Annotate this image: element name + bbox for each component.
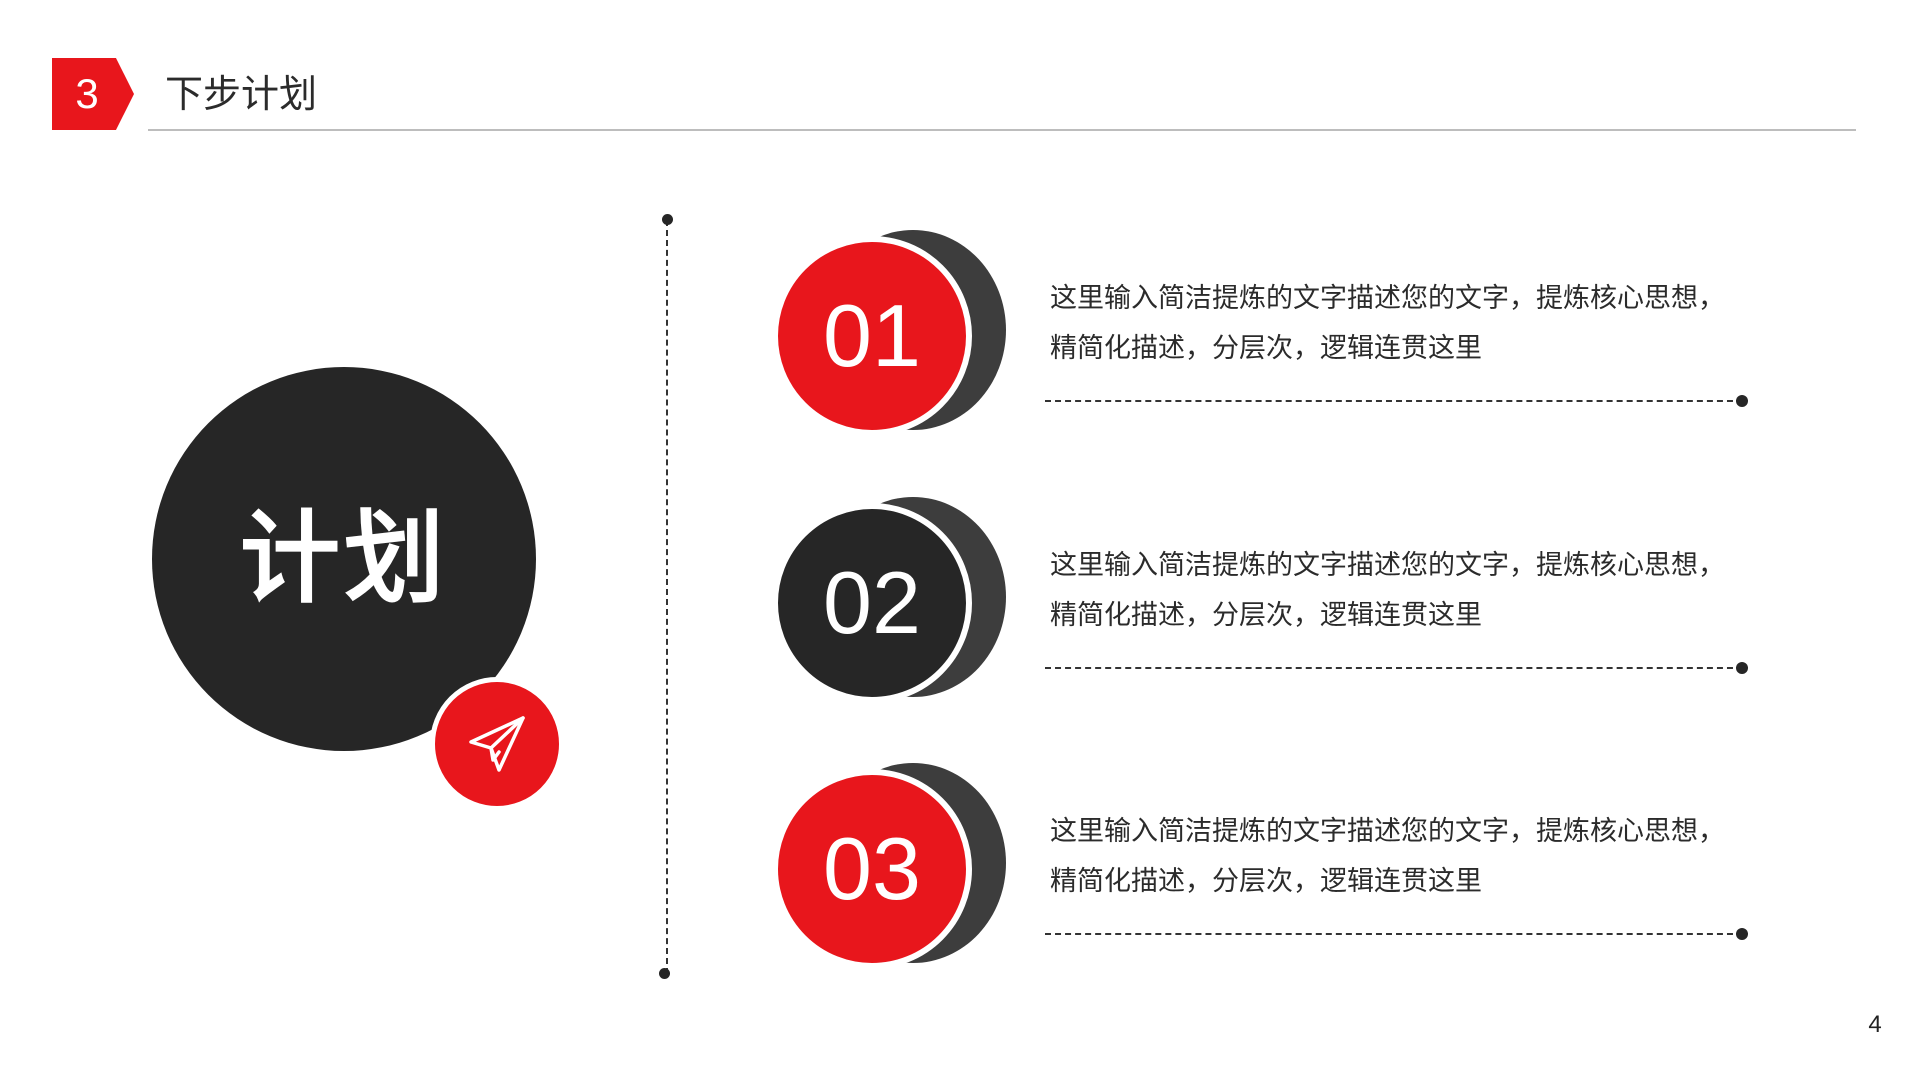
plan-item: 02 这里输入简洁提炼的文字描述您的文字，提炼核心思想，精简化描述，分层次，逻辑…: [0, 497, 1930, 727]
section-badge: 3: [52, 58, 134, 130]
item-divider-dot: [1736, 662, 1748, 674]
page-number: 4: [1868, 1011, 1882, 1038]
divider-dot-top: [662, 214, 673, 225]
item-description: 这里输入简洁提炼的文字描述您的文字，提炼核心思想，精简化描述，分层次，逻辑连贯这…: [1050, 816, 1725, 897]
section-title: 下步计划: [165, 72, 318, 116]
plan-item: 03 这里输入简洁提炼的文字描述您的文字，提炼核心思想，精简化描述，分层次，逻辑…: [0, 763, 1930, 993]
plan-item: 01 这里输入简洁提炼的文字描述您的文字，提炼核心思想，精简化描述，分层次，逻辑…: [0, 230, 1930, 460]
item-divider: [1045, 667, 1743, 669]
item-divider-dot: [1736, 395, 1748, 407]
number-circle: 02: [772, 503, 972, 703]
item-divider: [1045, 933, 1743, 935]
item-divider: [1045, 400, 1743, 402]
item-number: 02: [823, 553, 921, 652]
slide: 3 下步计划 计划 01 这里输入简洁提炼的文字描述您的文字，提炼核心思想，精简…: [0, 0, 1930, 1089]
item-number: 03: [823, 819, 921, 918]
item-description: 这里输入简洁提炼的文字描述您的文字，提炼核心思想，精简化描述，分层次，逻辑连贯这…: [1050, 550, 1725, 631]
item-description: 这里输入简洁提炼的文字描述您的文字，提炼核心思想，精简化描述，分层次，逻辑连贯这…: [1050, 283, 1725, 364]
number-circle: 03: [772, 769, 972, 969]
header-divider: [148, 129, 1856, 131]
item-number: 01: [823, 286, 921, 385]
section-number: 3: [75, 70, 99, 117]
number-circle: 01: [772, 236, 972, 436]
item-divider-dot: [1736, 928, 1748, 940]
